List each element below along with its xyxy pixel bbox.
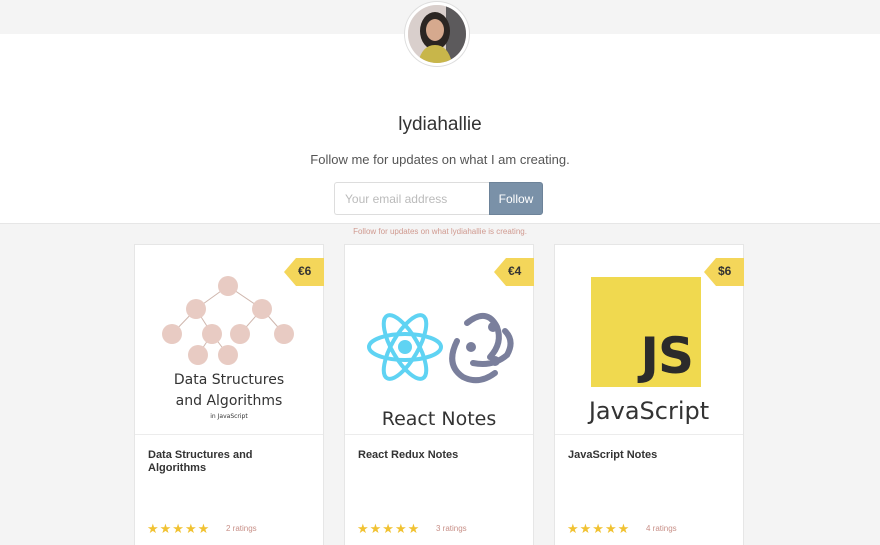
product-card-javascript[interactable]: JS JavaScript $6 JavaScript Notes ★★★★★ … — [554, 244, 744, 545]
avatar[interactable] — [405, 2, 469, 66]
cover-subtitle: in JavaScript — [210, 413, 248, 420]
redux-logo-icon — [449, 313, 514, 384]
price-label: €4 — [508, 264, 522, 278]
ratings-count: 2 ratings — [226, 524, 257, 533]
star-rating-icon: ★★★★★ — [567, 521, 631, 536]
cover-title: JavaScript — [588, 397, 710, 425]
product-title[interactable]: React Redux Notes — [358, 449, 523, 462]
price-label: $6 — [718, 264, 732, 278]
price-tag: €4 — [494, 258, 534, 286]
cover-title-line1: Data Structures — [173, 372, 285, 388]
js-logo-icon: JS — [591, 277, 701, 387]
price-tag: €6 — [284, 258, 324, 286]
ratings-count: 3 ratings — [436, 524, 467, 533]
follow-note: Follow for updates on what lydiahallie i… — [353, 227, 527, 236]
product-title[interactable]: JavaScript Notes — [568, 449, 733, 462]
username: lydiahallie — [398, 114, 482, 135]
price-tag: $6 — [704, 258, 744, 286]
product-card-data-structures[interactable]: Data Structures and Algorithms in JavaSc… — [134, 244, 324, 545]
star-rating-icon: ★★★★★ — [357, 521, 421, 536]
price-label: €6 — [298, 264, 312, 278]
ratings-count: 4 ratings — [646, 524, 677, 533]
product-title[interactable]: Data Structures and Algorithms — [148, 449, 313, 475]
cover-title: React Notes — [381, 408, 497, 430]
star-rating-icon: ★★★★★ — [147, 521, 211, 536]
profile-tagline: Follow me for updates on what I am creat… — [310, 152, 570, 167]
follow-button[interactable]: Follow — [489, 182, 543, 215]
product-card-react-redux[interactable]: React Notes €4 React Redux Notes ★★★★★ 3… — [344, 244, 534, 545]
cover-title-line2: and Algorithms — [175, 393, 283, 409]
email-input[interactable] — [334, 182, 490, 215]
